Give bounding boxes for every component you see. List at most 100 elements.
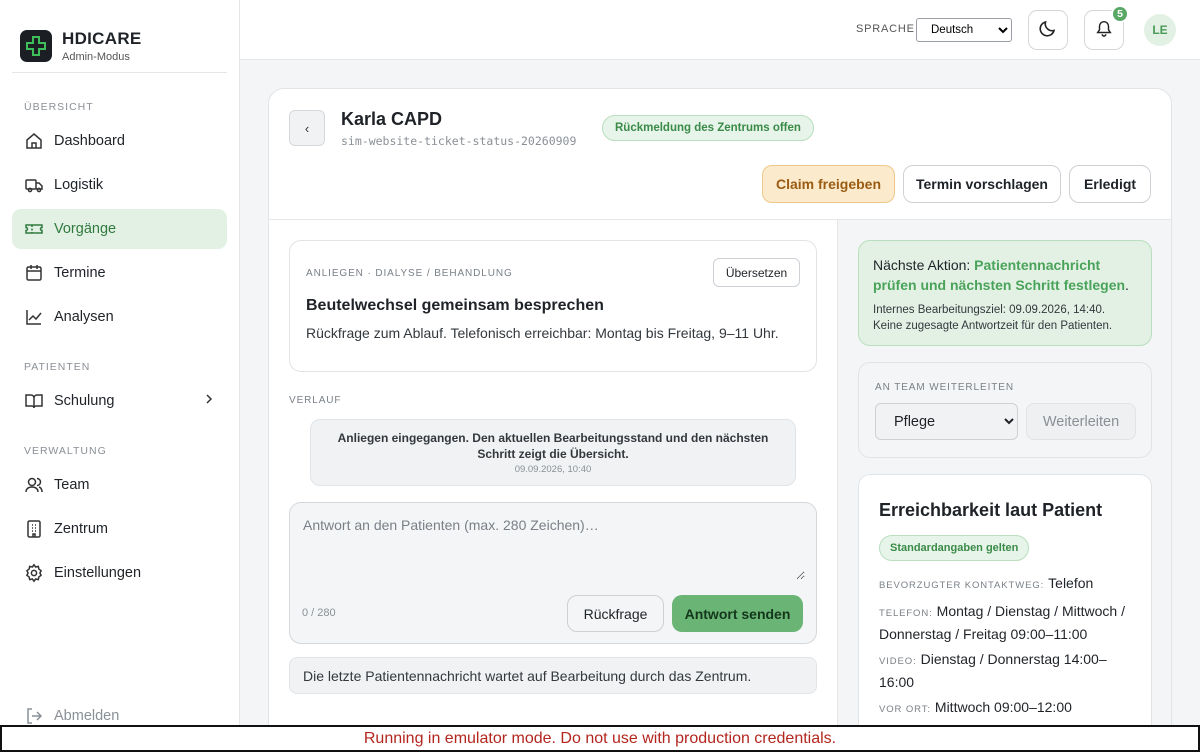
sidebar-item-label: Analysen: [54, 309, 114, 325]
sidebar-item-label: Einstellungen: [54, 565, 142, 581]
sidebar-item-team[interactable]: Team: [12, 465, 227, 505]
reachability-badge: Standardangaben gelten: [879, 535, 1030, 561]
reachability-card: Erreichbarkeit laut Patient Standardanga…: [858, 474, 1152, 752]
logout-icon: [24, 706, 44, 726]
reachability-row: BEVORZUGTER KONTAKTWEG: Telefon: [879, 573, 1139, 596]
book-icon: [24, 391, 44, 411]
chart-line-icon: [24, 307, 44, 327]
sidebar-item-label: Zentrum: [54, 521, 108, 537]
nav-section-overview: ÜBERSICHT: [24, 101, 94, 113]
gear-icon: [24, 563, 44, 583]
divider: [12, 72, 227, 73]
team-select[interactable]: Pflege: [875, 403, 1018, 440]
ticket-header: ‹ Karla CAPD sim-website-ticket-status-2…: [269, 89, 1171, 220]
status-badge: Rückmeldung des Zentrums offen: [602, 115, 814, 141]
next-action-prefix: Nächste Aktion:: [873, 257, 975, 273]
home-icon: [24, 131, 44, 151]
ticket-card: ‹ Karla CAPD sim-website-ticket-status-2…: [268, 88, 1172, 752]
next-action-title: Nächste Aktion: Patientennachricht prüfe…: [873, 255, 1137, 295]
history-event: Anliegen eingegangen. Den aktuellen Bear…: [310, 419, 796, 486]
done-button[interactable]: Erledigt: [1069, 165, 1151, 203]
next-action-target: Internes Bearbeitungsziel: 09.09.2026, 1…: [873, 304, 1106, 316]
sidebar-item-dashboard[interactable]: Dashboard: [12, 121, 227, 161]
moon-icon: [1038, 18, 1058, 43]
forward-card: AN TEAM WEITERLEITEN Pflege Weiterleiten: [858, 362, 1152, 458]
sidebar-item-logistik[interactable]: Logistik: [12, 165, 227, 205]
sidebar-item-label: Vorgänge: [54, 221, 117, 237]
sidebar-item-label: Logistik: [54, 177, 104, 193]
brand-subtitle: Admin-Modus: [62, 51, 130, 63]
truck-icon: [24, 175, 44, 195]
brand-name: HDICARE: [62, 29, 142, 48]
forward-button[interactable]: Weiterleiten: [1026, 403, 1136, 440]
translate-button[interactable]: Übersetzen: [713, 258, 800, 287]
page-title: Karla CAPD: [341, 109, 443, 129]
follow-up-button[interactable]: Rückfrage: [567, 595, 664, 632]
sidebar-item-vorgaenge[interactable]: Vorgänge: [12, 209, 227, 249]
history-event-text: Anliegen eingegangen. Den aktuellen Bear…: [337, 431, 769, 461]
users-icon: [24, 475, 44, 495]
reply-box: 0 / 280 Rückfrage Antwort senden: [289, 502, 817, 644]
chevron-left-icon: ‹: [304, 120, 310, 136]
sidebar-item-label: Team: [54, 477, 90, 493]
sidebar-item-analysen[interactable]: Analysen: [12, 297, 227, 337]
reachability-key: VIDEO:: [879, 656, 917, 667]
bell-icon: [1095, 19, 1113, 42]
medical-cross-logo: [20, 30, 52, 62]
language-label: SPRACHE: [856, 23, 915, 35]
sidebar-item-label: Abmelden: [54, 708, 120, 724]
next-action-suffix: .: [1125, 277, 1129, 293]
propose-appointment-button[interactable]: Termin vorschlagen: [903, 165, 1061, 203]
reachability-title: Erreichbarkeit laut Patient: [879, 500, 1103, 520]
request-card: ANLIEGEN · DIALYSE / BEHANDLUNG Übersetz…: [289, 240, 817, 372]
reply-textarea[interactable]: [291, 504, 805, 580]
reachability-value: Telefon: [1048, 575, 1094, 591]
chevron-right-icon: [203, 393, 215, 409]
dark-mode-toggle[interactable]: [1028, 10, 1068, 50]
language-select[interactable]: Deutsch: [916, 18, 1012, 42]
reachability-value: Mittwoch 09:00–12:00: [934, 699, 1072, 715]
nav-section-admin: VERWALTUNG: [24, 445, 107, 457]
back-button[interactable]: ‹: [289, 110, 325, 146]
conversation-column: ANLIEGEN · DIALYSE / BEHANDLUNG Übersetz…: [269, 220, 837, 752]
reachability-row: VOR ORT: Mittwoch 09:00–12:00: [879, 697, 1139, 720]
request-category: ANLIEGEN · DIALYSE / BEHANDLUNG: [306, 268, 513, 279]
sidebar-item-label: Termine: [54, 265, 106, 281]
nav-section-patients: PATIENTEN: [24, 361, 91, 373]
building-icon: [24, 519, 44, 539]
reachability-key: BEVORZUGTER KONTAKTWEG:: [879, 580, 1045, 591]
reachability-row: TELEFON: Montag / Dienstag / Mittwoch / D…: [879, 601, 1139, 644]
history-label: VERLAUF: [289, 395, 342, 406]
notification-badge: 5: [1111, 5, 1129, 23]
ticket-icon: [24, 219, 44, 239]
send-reply-button[interactable]: Antwort senden: [672, 595, 803, 632]
claim-release-button[interactable]: Claim freigeben: [762, 165, 895, 203]
sidebar-item-label: Schulung: [54, 393, 115, 409]
request-title: Beutelwechsel gemeinsam besprechen: [306, 297, 604, 314]
notifications-button[interactable]: 5: [1084, 5, 1129, 50]
sidebar-item-zentrum[interactable]: Zentrum: [12, 509, 227, 549]
sidebar: HDICARE Admin-Modus ÜBERSICHT Dashboard …: [0, 0, 240, 752]
sidebar-item-einstellungen[interactable]: Einstellungen: [12, 553, 227, 593]
reachability-key: VOR ORT:: [879, 704, 931, 715]
brand: HDICARE Admin-Modus: [0, 0, 239, 72]
forward-label: AN TEAM WEITERLEITEN: [875, 382, 1014, 393]
character-counter: 0 / 280: [302, 607, 336, 619]
request-text: Rückfrage zum Ablauf. Telefonisch erreic…: [306, 325, 779, 341]
calendar-icon: [24, 263, 44, 283]
history-event-time: 09.09.2026, 10:40: [514, 464, 592, 475]
avatar[interactable]: LE: [1144, 14, 1176, 46]
sidebar-item-label: Dashboard: [54, 133, 125, 149]
next-action-note: Keine zugesagte Antwortzeit für den Pati…: [873, 320, 1113, 332]
status-info-bar: Die letzte Patientennachricht wartet auf…: [289, 657, 817, 694]
ticket-id: sim-website-ticket-status-20260909: [341, 134, 577, 148]
emulator-warning-banner: Running in emulator mode. Do not use wit…: [0, 725, 1200, 752]
sidebar-item-schulung[interactable]: Schulung: [12, 381, 227, 421]
next-action-details: Internes Bearbeitungsziel: 09.09.2026, 1…: [873, 302, 1137, 334]
topbar: SPRACHE Deutsch 5 LE: [240, 0, 1200, 60]
reachability-row: VIDEO: Dienstag / Donnerstag 14:00–16:00: [879, 649, 1139, 692]
sidebar-item-termine[interactable]: Termine: [12, 253, 227, 293]
details-column: Nächste Aktion: Patientennachricht prüfe…: [837, 220, 1171, 752]
reachability-key: TELEFON:: [879, 608, 933, 619]
next-action-card: Nächste Aktion: Patientennachricht prüfe…: [858, 240, 1152, 346]
